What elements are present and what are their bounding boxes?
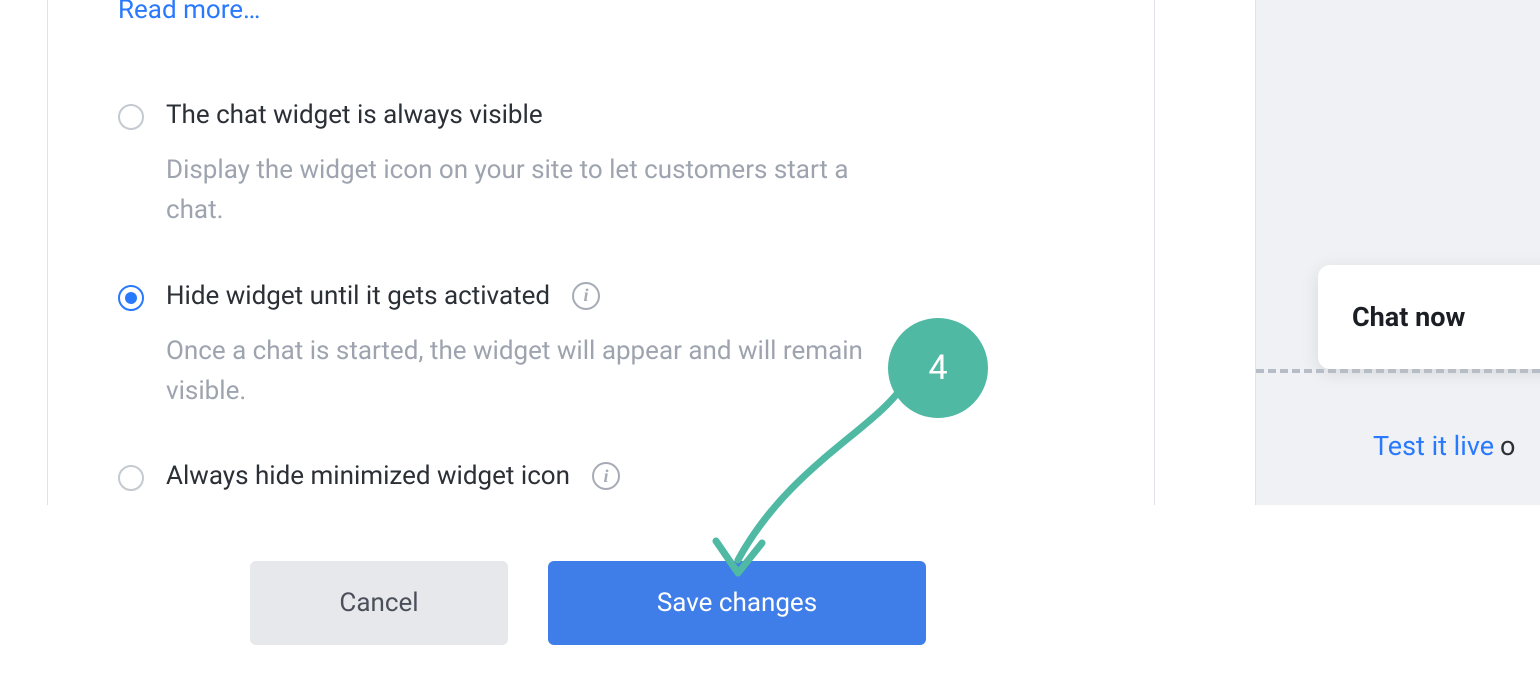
option-content: Always hide minimized widget icon i: [166, 461, 1084, 491]
test-live-link[interactable]: Test it liveo: [1373, 430, 1515, 462]
info-icon[interactable]: i: [592, 462, 620, 490]
chat-widget-label: Chat now: [1352, 301, 1465, 333]
option-title: Hide widget until it gets activated: [166, 281, 550, 311]
radio-option-always-hide[interactable]: Always hide minimized widget icon i: [118, 461, 1084, 491]
test-live-text: Test it live: [1373, 430, 1494, 462]
visibility-radio-group: The chat widget is always visible Displa…: [118, 100, 1084, 491]
read-more-link[interactable]: Read more…: [118, 0, 1084, 25]
radio-circle[interactable]: [118, 465, 144, 491]
cancel-button[interactable]: Cancel: [250, 561, 508, 645]
option-description: Display the widget icon on your site to …: [166, 150, 876, 231]
option-title: Always hide minimized widget icon: [166, 461, 570, 491]
option-content: The chat widget is always visible Displa…: [166, 100, 1084, 231]
action-bar: Cancel Save changes: [0, 505, 1540, 700]
settings-panel: Read more… The chat widget is always vis…: [47, 0, 1155, 505]
option-title-row: Hide widget until it gets activated i: [166, 281, 1084, 311]
radio-circle[interactable]: [118, 285, 144, 311]
divider-dashed: [1256, 369, 1540, 373]
chat-widget-preview: Chat now: [1318, 265, 1540, 369]
radio-circle[interactable]: [118, 104, 144, 130]
annotation-step-badge: 4: [888, 318, 988, 418]
radio-option-always-visible[interactable]: The chat widget is always visible Displa…: [118, 100, 1084, 231]
option-description: Once a chat is started, the widget will …: [166, 331, 876, 412]
test-live-suffix: o: [1500, 430, 1515, 462]
preview-panel: Chat now Test it liveo: [1255, 0, 1540, 505]
option-title-row: The chat widget is always visible: [166, 100, 1084, 130]
save-button[interactable]: Save changes: [548, 561, 926, 645]
option-title-row: Always hide minimized widget icon i: [166, 461, 1084, 491]
option-title: The chat widget is always visible: [166, 100, 543, 130]
info-icon[interactable]: i: [572, 282, 600, 310]
